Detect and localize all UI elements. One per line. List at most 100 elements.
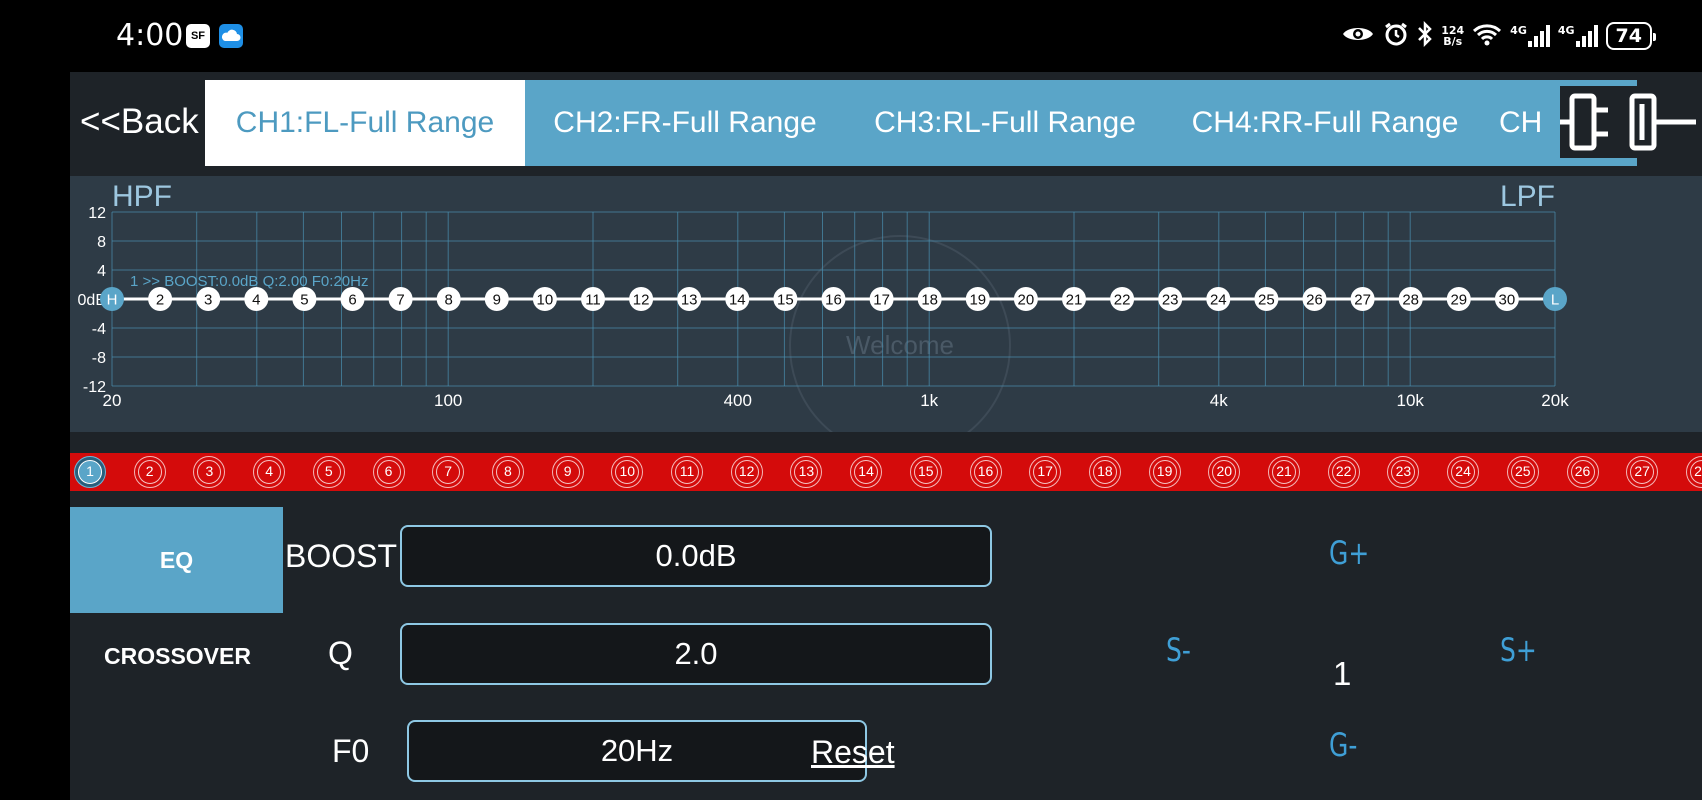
signal-bars-icon (1527, 25, 1550, 47)
band-button-label: 9 (555, 460, 580, 484)
tab-ch1[interactable]: CH1:FL-Full Range (205, 80, 525, 166)
band-button-13[interactable]: 13 (790, 456, 823, 488)
band-button-10[interactable]: 10 (611, 456, 644, 488)
band-button-label: 12 (734, 460, 759, 484)
band-button-17[interactable]: 17 (1029, 456, 1062, 488)
band-button-label: 3 (197, 460, 222, 484)
y-tick-label: 12 (88, 205, 106, 222)
band-button-26[interactable]: 26 (1566, 456, 1599, 488)
band-button-24[interactable]: 24 (1447, 456, 1480, 488)
band-button-label: 16 (973, 460, 998, 484)
net-speed: 124 B/s (1441, 24, 1465, 48)
eq-node-label: 4 (252, 292, 260, 309)
eq-curve-chart[interactable]: Welcome 12 8 4 0dB -4 -8 -12 20 100 400 1k 4k 10k 20k H… (70, 176, 1702, 432)
step-value: 1 (1333, 655, 1352, 692)
eq-node-label: 25 (1258, 292, 1275, 309)
sf-app-icon: SF (186, 24, 210, 48)
band-button-7[interactable]: 7 (432, 456, 465, 488)
plug-socket-icon[interactable] (1626, 86, 1696, 158)
eq-menu-button[interactable]: EQ (70, 507, 283, 613)
eq-node-label: 30 (1499, 292, 1516, 309)
band-button-15[interactable]: 15 (909, 456, 942, 488)
eq-node-label: 24 (1210, 292, 1227, 309)
eq-node-label: 9 (493, 292, 501, 309)
signal-bars-icon (1575, 25, 1598, 47)
crossover-menu-button[interactable]: CROSSOVER (104, 642, 254, 670)
eq-node-label: 27 (1354, 292, 1371, 309)
band-button-label: 14 (854, 460, 879, 484)
band-button-label: 19 (1152, 460, 1177, 484)
gain-down-button[interactable]: G- (1329, 726, 1357, 764)
y-tick-label: 4 (97, 263, 106, 280)
band-button-12[interactable]: 12 (730, 456, 763, 488)
band-button-label: 7 (436, 460, 461, 484)
eq-curve-svg[interactable]: Welcome12840dB-4-8-1220 100 400 1k 4k 10k 20kH… (70, 176, 1702, 432)
tab-icons (1560, 86, 1702, 158)
band-button-16[interactable]: 16 (969, 456, 1002, 488)
band-selector-strip: 1 2 3 4 5 6 7 8 9 10 11 12 13 14 15 16 17 18 19 20 21 22 23 24 2… (70, 453, 1702, 491)
boost-field[interactable]: 0.0dB (400, 525, 992, 587)
channel-tab-bar: <<Back CH1:FL-Full Range CH2:FR-Full Ran… (70, 80, 1702, 166)
band-button-3[interactable]: 3 (193, 456, 226, 488)
step-up-button[interactable]: S+ (1500, 631, 1537, 669)
eq-node-label: 3 (204, 292, 212, 309)
band-button-label: 24 (1451, 460, 1476, 484)
band-button-25[interactable]: 25 (1506, 456, 1539, 488)
eq-node-label: 23 (1162, 292, 1179, 309)
band-button-27[interactable]: 27 (1626, 456, 1659, 488)
eye-icon (1341, 23, 1375, 49)
band-button-20[interactable]: 20 (1208, 456, 1241, 488)
band-button-label: 2 (137, 460, 162, 484)
eq-node-label: 10 (537, 292, 554, 309)
eq-node-label: 13 (681, 292, 698, 309)
band-button-11[interactable]: 11 (671, 456, 703, 488)
eq-node-label: L (1551, 292, 1559, 309)
band-button-14[interactable]: 14 (850, 456, 883, 488)
band-button-9[interactable]: 9 (551, 456, 584, 488)
band-button-5[interactable]: 5 (312, 456, 345, 488)
band-button-21[interactable]: 21 (1268, 456, 1300, 488)
band-button-label: 20 (1212, 460, 1237, 484)
band-button-label: 26 (1570, 460, 1595, 484)
x-tick-label: 1k (920, 391, 938, 410)
band-button-8[interactable]: 8 (491, 456, 524, 488)
eq-node-label: 8 (445, 292, 453, 309)
signal-1: 4G (1510, 25, 1550, 47)
channel-tabs: CH1:FL-Full Range CH2:FR-Full Range CH3:… (205, 80, 1637, 166)
gain-up-button[interactable]: G+ (1329, 534, 1369, 572)
eq-node-label: 19 (969, 292, 986, 309)
f0-field[interactable]: 20Hz (407, 720, 867, 782)
band-button-4[interactable]: 4 (253, 456, 286, 488)
eq-node-label: 6 (348, 292, 356, 309)
band-button-28[interactable]: 28 (1685, 456, 1702, 488)
band-button-19[interactable]: 19 (1148, 456, 1181, 488)
band-button-2[interactable]: 2 (133, 456, 166, 488)
eq-node-label: 12 (633, 292, 650, 309)
q-field[interactable]: 2.0 (400, 623, 992, 685)
band-button-18[interactable]: 18 (1088, 456, 1121, 488)
eq-node-label: 21 (1066, 292, 1083, 309)
alarm-icon (1383, 21, 1409, 51)
band-button-label: 8 (495, 460, 520, 484)
bluetooth-icon (1417, 20, 1433, 51)
back-button[interactable]: <<Back (80, 102, 199, 142)
band-button-23[interactable]: 23 (1387, 456, 1420, 488)
watermark-text: Welcome (846, 330, 954, 360)
band-button-22[interactable]: 22 (1327, 456, 1360, 488)
eq-node-label: 11 (585, 292, 601, 309)
step-down-button[interactable]: S- (1166, 631, 1191, 669)
band-button-1[interactable]: 1 (74, 456, 106, 488)
eq-node-label: 20 (1018, 292, 1035, 309)
reset-button[interactable]: Reset (811, 734, 895, 771)
tab-ch2[interactable]: CH2:FR-Full Range (525, 80, 845, 166)
band-button-label: 10 (615, 460, 640, 484)
status-icons: 124 B/s 4G 4G 74 (1341, 16, 1657, 56)
band-button-6[interactable]: 6 (372, 456, 405, 488)
cloud-icon (219, 24, 243, 48)
plug-icon[interactable] (1560, 86, 1620, 158)
tab-ch4[interactable]: CH4:RR-Full Range (1165, 80, 1485, 166)
eq-app: <<Back CH1:FL-Full Range CH2:FR-Full Ran… (70, 72, 1702, 800)
eq-node-label: 17 (873, 292, 890, 309)
eq-node-label: 28 (1402, 292, 1419, 309)
tab-ch3[interactable]: CH3:RL-Full Range (845, 80, 1165, 166)
